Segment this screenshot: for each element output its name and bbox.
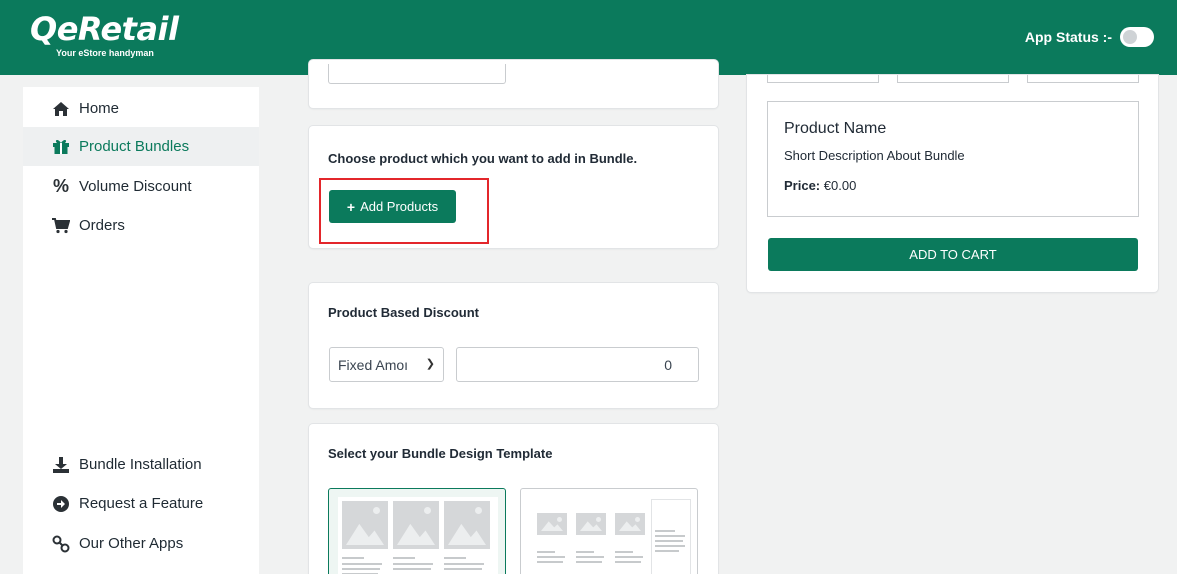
template-title: Select your Bundle Design Template	[328, 446, 553, 461]
preview-input-3[interactable]	[1027, 75, 1139, 83]
app-status: App Status :-	[1025, 27, 1154, 47]
download-icon	[51, 455, 71, 475]
sidebar-item-volume-discount[interactable]: % Volume Discount	[23, 167, 259, 206]
logo[interactable]: QeRetail Your eStore handyman	[30, 10, 179, 58]
app-status-toggle[interactable]	[1120, 27, 1154, 47]
text-line	[444, 557, 466, 559]
discount-title: Product Based Discount	[328, 305, 479, 320]
sidebar: Home Product Bundles % Volume Discount O…	[23, 87, 259, 574]
discount-type-select[interactable]: Fixed Amoı ❯	[329, 347, 444, 382]
preview-input-1[interactable]	[767, 75, 879, 83]
sidebar-item-label: Orders	[79, 217, 125, 234]
discount-type-value: Fixed Amoı	[338, 356, 409, 373]
bundle-info-card	[309, 60, 718, 108]
choose-product-title: Choose product which you want to add in …	[328, 151, 638, 166]
discount-amount-value: 0	[664, 356, 672, 373]
percent-icon: %	[52, 176, 69, 196]
highlight-box	[319, 178, 489, 244]
text-line	[615, 551, 633, 553]
text-line	[576, 561, 602, 563]
bundle-input-field[interactable]	[328, 64, 506, 84]
sidebar-item-request-feature[interactable]: Request a Feature	[23, 484, 259, 523]
text-line	[342, 563, 382, 565]
text-line	[655, 530, 675, 532]
text-line	[444, 568, 482, 570]
home-icon	[51, 99, 71, 119]
template-option-1[interactable]	[328, 488, 506, 574]
toggle-knob	[1123, 30, 1137, 44]
price-value: €0.00	[823, 178, 857, 193]
text-line	[537, 551, 555, 553]
text-line	[655, 545, 685, 547]
logo-text: QeRetail	[30, 10, 179, 48]
sidebar-item-label: Our Other Apps	[79, 535, 184, 552]
sidebar-item-label: Request a Feature	[79, 495, 204, 512]
text-line	[393, 568, 431, 570]
chevron-down-icon: ❯	[425, 358, 435, 370]
text-line	[655, 535, 685, 537]
text-line	[655, 540, 683, 542]
sidebar-item-orders[interactable]: Orders	[23, 206, 259, 245]
gift-icon	[51, 137, 71, 157]
image-placeholder-icon	[393, 501, 439, 549]
image-placeholder-icon	[342, 501, 388, 549]
product-description: Short Description About Bundle	[784, 148, 965, 163]
sidebar-item-label: Home	[79, 100, 120, 117]
text-line	[615, 556, 643, 558]
sidebar-item-label: Volume Discount	[79, 178, 192, 195]
link-icon	[51, 534, 71, 554]
discount-amount-input[interactable]: 0	[456, 347, 699, 382]
text-line	[576, 556, 604, 558]
template-card: Select your Bundle Design Template	[309, 424, 718, 574]
logo-tagline: Your eStore handyman	[56, 48, 154, 58]
product-price: Price: €0.00	[784, 178, 856, 193]
add-to-cart-button[interactable]: ADD TO CART	[768, 238, 1138, 271]
text-line	[393, 563, 433, 565]
sidebar-item-home[interactable]: Home	[23, 89, 259, 128]
template-option-2[interactable]	[520, 488, 698, 574]
sidebar-item-label: Product Bundles	[79, 138, 190, 155]
template-side-panel	[651, 499, 691, 574]
text-line	[576, 551, 594, 553]
image-placeholder-icon	[537, 513, 567, 535]
text-line	[655, 550, 679, 552]
image-placeholder-icon	[615, 513, 645, 535]
sidebar-item-product-bundles[interactable]: Product Bundles	[23, 127, 259, 166]
text-line	[342, 557, 364, 559]
sidebar-item-bundle-installation[interactable]: Bundle Installation	[23, 445, 259, 484]
text-line	[342, 568, 380, 570]
app-status-label: App Status :-	[1024, 29, 1112, 45]
cart-icon	[51, 216, 71, 236]
arrow-circle-icon	[51, 494, 71, 514]
text-line	[537, 561, 563, 563]
text-line	[444, 563, 484, 565]
image-placeholder-icon	[444, 501, 490, 549]
text-line	[537, 556, 565, 558]
discount-card: Product Based Discount Fixed Amoı ❯ 0	[309, 283, 718, 408]
preview-input-2[interactable]	[897, 75, 1009, 83]
sidebar-item-label: Bundle Installation	[79, 456, 202, 473]
sidebar-item-other-apps[interactable]: Our Other Apps	[23, 524, 259, 563]
price-label: Price:	[784, 178, 821, 193]
image-placeholder-icon	[576, 513, 606, 535]
product-name: Product Name	[784, 120, 887, 137]
text-line	[393, 557, 415, 559]
product-preview-box: Product Name Short Description About Bun…	[767, 101, 1139, 217]
text-line	[615, 561, 641, 563]
